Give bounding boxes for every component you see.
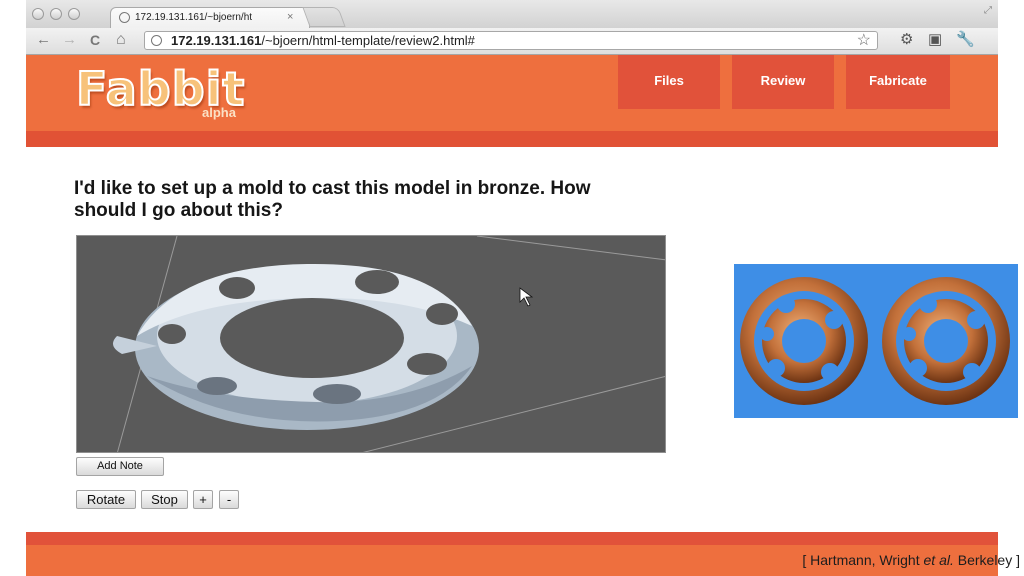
model-viewer[interactable] bbox=[76, 235, 666, 453]
zoom-out-button[interactable]: - bbox=[219, 490, 239, 509]
question-heading: I'd like to set up a mold to cast this m… bbox=[74, 178, 591, 221]
page-icon bbox=[119, 12, 130, 23]
rotate-button[interactable]: Rotate bbox=[76, 490, 136, 509]
bookmark-star-icon[interactable]: ☆ bbox=[857, 30, 871, 50]
new-tab-button[interactable] bbox=[302, 7, 346, 27]
url-text: 172.19.131.161/~bjoern/html-template/rev… bbox=[171, 33, 475, 48]
browser-toolbar: ← → C ⌂ 172.19.131.161/~bjoern/html-temp… bbox=[26, 28, 998, 55]
page-menu-icon[interactable]: ▣ bbox=[928, 30, 942, 48]
wrench-icon[interactable]: 🔧 bbox=[956, 30, 975, 48]
tab-close-icon[interactable]: × bbox=[287, 11, 293, 23]
nav-files-button[interactable]: Files bbox=[618, 55, 720, 109]
header-stripe bbox=[26, 131, 998, 147]
bronze-sculpture-photo bbox=[734, 264, 1018, 418]
logo-subtitle: alpha bbox=[202, 105, 236, 120]
attribution-caption: [ Hartmann, Wright et al. Berkeley ] bbox=[802, 552, 1020, 568]
home-icon[interactable]: ⌂ bbox=[116, 31, 126, 49]
site-header: Fabbit alpha Files Review Fabricate bbox=[26, 55, 998, 131]
fullscreen-icon[interactable]: ⤢ bbox=[984, 5, 992, 16]
footer-stripe bbox=[26, 532, 998, 545]
extension-icon[interactable]: ⚙ bbox=[900, 30, 913, 48]
tab-bar: 172.19.131.161/~bjoern/ht × ⤢ bbox=[26, 0, 998, 29]
forward-arrow-icon[interactable]: → bbox=[62, 31, 77, 49]
address-bar[interactable]: 172.19.131.161/~bjoern/html-template/rev… bbox=[144, 31, 878, 50]
zoom-window-icon[interactable] bbox=[68, 8, 80, 20]
page-icon bbox=[151, 35, 162, 46]
tab-title: 172.19.131.161/~bjoern/ht bbox=[135, 12, 253, 23]
back-arrow-icon[interactable]: ← bbox=[36, 31, 51, 49]
nav-fabricate-button[interactable]: Fabricate bbox=[846, 55, 950, 109]
stop-button[interactable]: Stop bbox=[141, 490, 188, 509]
nav-review-button[interactable]: Review bbox=[732, 55, 834, 109]
add-note-button[interactable]: Add Note bbox=[76, 457, 164, 476]
mouse-cursor-icon bbox=[519, 287, 534, 307]
zoom-in-button[interactable]: + bbox=[193, 490, 213, 509]
minimize-window-icon[interactable] bbox=[50, 8, 62, 20]
reload-icon[interactable]: C bbox=[90, 31, 100, 49]
browser-tab[interactable]: 172.19.131.161/~bjoern/ht × bbox=[110, 7, 310, 29]
model-render bbox=[113, 236, 665, 452]
close-window-icon[interactable] bbox=[32, 8, 44, 20]
